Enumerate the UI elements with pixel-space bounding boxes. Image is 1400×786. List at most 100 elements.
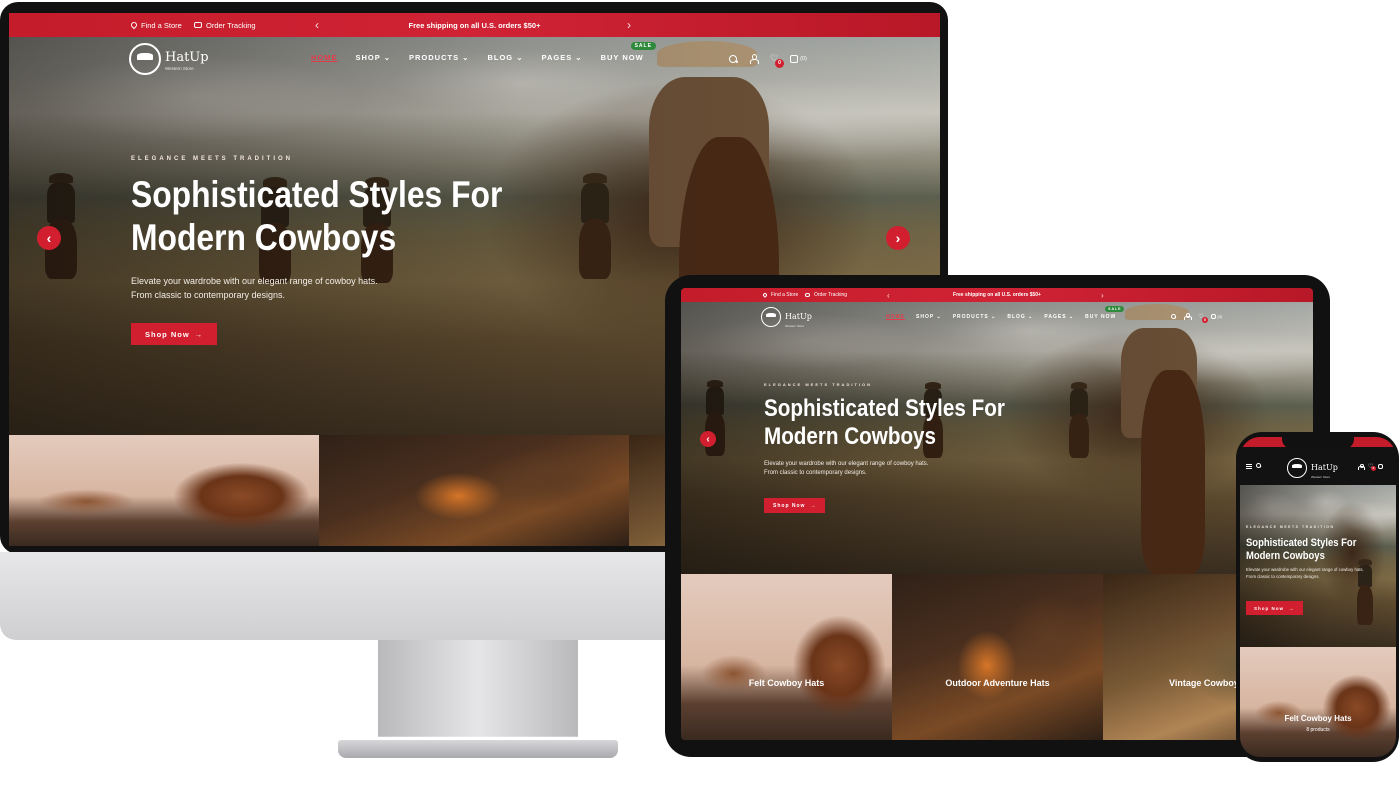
shop-now-button[interactable]: Shop Now → [131, 323, 218, 345]
hero-content: ELEGANCE MEETS TRADITION Sophisticated S… [764, 382, 1094, 479]
announcement-bar: Find a Store Order Tracking ‹ Free shipp… [681, 288, 1313, 302]
hamburger-menu-icon[interactable] [1246, 464, 1252, 469]
find-store-link[interactable]: Find a Store [762, 292, 798, 298]
wishlist-heart-icon[interactable]: ♡ 0 [770, 53, 784, 68]
brand-logo[interactable]: HatUp Western Store [129, 43, 209, 75]
brand-tagline: Western Store [1311, 475, 1331, 479]
wishlist-heart-icon[interactable]: ♡ 0 [1368, 463, 1376, 471]
tablet-screen: Find a Store Order Tracking ‹ Free shipp… [681, 288, 1313, 740]
shipping-notice: Free shipping on all U.S. orders $50+ [408, 20, 541, 30]
hero-eyebrow: ELEGANCE MEETS TRADITION [1246, 525, 1335, 529]
phone-screen: HatUp Western Store ♡ 0 ELEGANCE MEETS T… [1240, 437, 1396, 757]
category-tile-outdoor[interactable]: Outdoor Adventure Hats [892, 574, 1103, 740]
hero-content: ELEGANCE MEETS TRADITION Sophisticated S… [131, 156, 631, 303]
order-tracking-link[interactable]: Order Tracking [805, 292, 847, 298]
category-title: Felt Cowboy Hats [1284, 714, 1352, 723]
brand-name: HatUp [165, 49, 209, 65]
nav-blog[interactable]: BLOG ⌄ [487, 53, 523, 62]
category-tile-felt[interactable] [9, 435, 319, 546]
wishlist-count-badge: 0 [1371, 466, 1376, 471]
search-icon[interactable] [1171, 314, 1176, 319]
slider-prev-button[interactable]: ‹ [700, 431, 716, 447]
wishlist-count-badge: 0 [775, 59, 784, 68]
wishlist-heart-icon[interactable]: ♡ 0 [1198, 313, 1208, 323]
desktop-monitor-foot [338, 740, 618, 758]
cart-button[interactable]: (0) [1211, 314, 1222, 319]
brand-name: HatUp [785, 312, 812, 321]
nav-products[interactable]: PRODUCTS ⌄ [953, 314, 997, 320]
main-cowboy-rider [1101, 302, 1251, 574]
shopping-bag-icon[interactable] [1378, 464, 1384, 469]
find-store-link[interactable]: Find a Store [129, 20, 182, 30]
category-tile-felt[interactable]: Felt Cowboy Hats 8 products [1240, 647, 1396, 757]
shop-now-button[interactable]: Shop Now → [764, 498, 826, 513]
hero-headline: Sophisticated Styles For Modern Cowboys [764, 395, 1005, 450]
hero-eyebrow: ELEGANCE MEETS TRADITION [131, 156, 294, 162]
slider-prev-button[interactable]: ‹ [37, 226, 61, 250]
chevron-right-icon[interactable]: › [1101, 291, 1104, 300]
nav-home[interactable]: HOME [311, 53, 338, 62]
hero-headline: Sophisticated Styles For Modern Cowboys [1246, 537, 1357, 562]
brand-tagline: Western Store [165, 65, 194, 71]
user-account-icon[interactable] [1358, 463, 1365, 470]
cowboy-skull-logo-icon [1287, 458, 1307, 478]
chevron-left-icon: ‹ [706, 433, 710, 445]
hero-subcopy: Elevate your wardrobe with our elegant r… [764, 461, 929, 477]
sale-badge: Sale [630, 42, 656, 50]
truck-icon [805, 293, 810, 297]
brand-logo[interactable]: HatUp Western Store [1287, 457, 1338, 479]
nav-pages[interactable]: PAGES ⌄ [542, 53, 583, 62]
cowboy-skull-logo-icon [761, 307, 781, 327]
header-icons: ♡ 0 (0) [729, 53, 807, 68]
order-tracking-link[interactable]: Order Tracking [194, 21, 256, 30]
nav-shop[interactable]: SHOP ⌄ [916, 314, 942, 320]
map-pin-icon [762, 292, 768, 298]
nav-buy-now[interactable]: BUY NOW Sale [1085, 306, 1125, 320]
phone-header: HatUp Western Store ♡ 0 [1240, 447, 1396, 485]
shop-now-button[interactable]: Shop Now → [1246, 601, 1303, 615]
chevron-right-icon: › [895, 230, 901, 246]
desktop-monitor-stand [378, 640, 578, 737]
map-pin-icon [129, 20, 139, 30]
shopping-bag-icon [790, 54, 799, 63]
nav-products[interactable]: PRODUCTS ⌄ [409, 53, 469, 62]
truck-icon [194, 22, 202, 28]
category-tile-felt[interactable]: Felt Cowboy Hats [681, 574, 892, 740]
header-icons: ♡ 0 [1358, 463, 1384, 471]
brand-tagline: Western Store [785, 324, 805, 328]
category-tile-outdoor[interactable] [319, 435, 629, 546]
rider-silhouette [695, 380, 735, 460]
main-navigation: HOME SHOP ⌄ PRODUCTS ⌄ BLOG ⌄ PAGES ⌄ BU… [886, 306, 1125, 320]
slider-next-button[interactable]: › [886, 226, 910, 250]
search-icon[interactable] [1256, 463, 1261, 468]
cart-count: (0) [800, 55, 807, 62]
nav-shop[interactable]: SHOP ⌄ [356, 53, 392, 62]
chevron-left-icon[interactable]: ‹ [315, 18, 319, 32]
header-icons: ♡ 0 (0) [1171, 313, 1222, 323]
nav-buy-now[interactable]: BUY NOW Sale [601, 42, 656, 62]
hero-headline: Sophisticated Styles For Modern Cowboys [131, 174, 503, 258]
rider-silhouette [31, 173, 91, 283]
phone-notch [1282, 437, 1354, 449]
shipping-notice: Free shipping on all U.S. orders $50+ [953, 292, 1041, 298]
hero-content: ELEGANCE MEETS TRADITION Sophisticated S… [1246, 525, 1396, 581]
category-title: Outdoor Adventure Hats [945, 678, 1050, 688]
hero-subcopy: Elevate your wardrobe with our elegant r… [1246, 567, 1364, 579]
wishlist-count-badge: 0 [1202, 317, 1208, 323]
search-icon[interactable] [729, 54, 737, 63]
nav-pages[interactable]: PAGES ⌄ [1044, 314, 1074, 320]
nav-home[interactable]: HOME [886, 314, 905, 320]
brand-logo[interactable]: HatUp Western Store [761, 306, 812, 328]
user-account-icon[interactable] [749, 53, 760, 64]
cart-button[interactable]: (0) [790, 54, 807, 63]
arrow-right-icon: → [1289, 605, 1295, 611]
hero-eyebrow: ELEGANCE MEETS TRADITION [764, 382, 873, 387]
user-account-icon[interactable] [1184, 313, 1192, 320]
nav-blog[interactable]: BLOG ⌄ [1007, 314, 1033, 320]
hero-subcopy: Elevate your wardrobe with our elegant r… [131, 276, 378, 301]
cart-count: (0) [1217, 314, 1223, 319]
arrow-right-icon: → [810, 502, 817, 509]
chevron-right-icon[interactable]: › [627, 18, 631, 32]
chevron-left-icon[interactable]: ‹ [887, 291, 890, 300]
arrow-right-icon: → [194, 329, 204, 339]
